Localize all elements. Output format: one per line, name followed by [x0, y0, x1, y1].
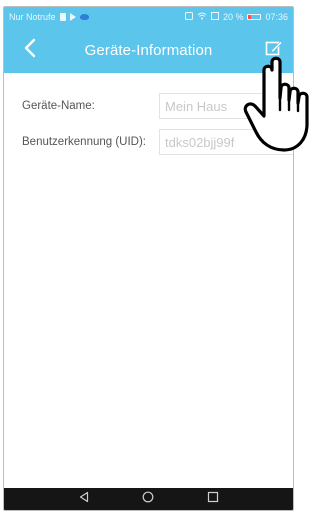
app-notification-icon [79, 14, 89, 20]
back-button[interactable] [18, 38, 42, 62]
carrier-text: Nur Notrufe [9, 12, 56, 22]
device-frame: Nur Notrufe 20 % 07:36 Geräte-Informatio… [3, 6, 294, 511]
battery-percent: 20 % [222, 12, 244, 22]
signal-icon [210, 12, 219, 22]
nav-home-button[interactable] [138, 490, 158, 508]
app-bar: Geräte-Information [4, 27, 293, 73]
sim-icon [59, 13, 66, 21]
nav-back-button[interactable] [74, 490, 94, 508]
status-right: 20 % 07:36 [184, 12, 288, 22]
nfc-icon [184, 12, 193, 22]
clock-time: 07:36 [265, 12, 288, 22]
triangle-back-icon [78, 490, 90, 508]
square-recents-icon [207, 490, 219, 508]
uid-label: Benutzerkennung (UID): [22, 136, 147, 148]
device-name-label: Geräte-Name: [22, 100, 95, 112]
battery-icon [247, 14, 262, 20]
device-name-row: Geräte-Name: [4, 92, 293, 120]
edit-button[interactable] [263, 39, 285, 61]
edit-icon [265, 39, 283, 62]
chevron-left-icon [23, 38, 37, 63]
device-name-input[interactable] [159, 93, 293, 119]
uid-row: Benutzerkennung (UID): [4, 128, 293, 156]
uid-field[interactable] [159, 129, 293, 155]
system-nav-bar [4, 488, 293, 510]
status-bar: Nur Notrufe 20 % 07:36 [4, 7, 293, 27]
circle-home-icon [142, 490, 154, 508]
status-left: Nur Notrufe [9, 12, 89, 22]
device-info-form: Geräte-Name: Benutzerkennung (UID): [4, 73, 293, 496]
phone-screenshot: Nur Notrufe 20 % 07:36 Geräte-Informatio… [0, 0, 327, 513]
nav-recents-button[interactable] [203, 490, 223, 508]
page-title: Geräte-Information [84, 41, 213, 59]
play-icon [69, 13, 76, 21]
wifi-icon [197, 12, 207, 22]
